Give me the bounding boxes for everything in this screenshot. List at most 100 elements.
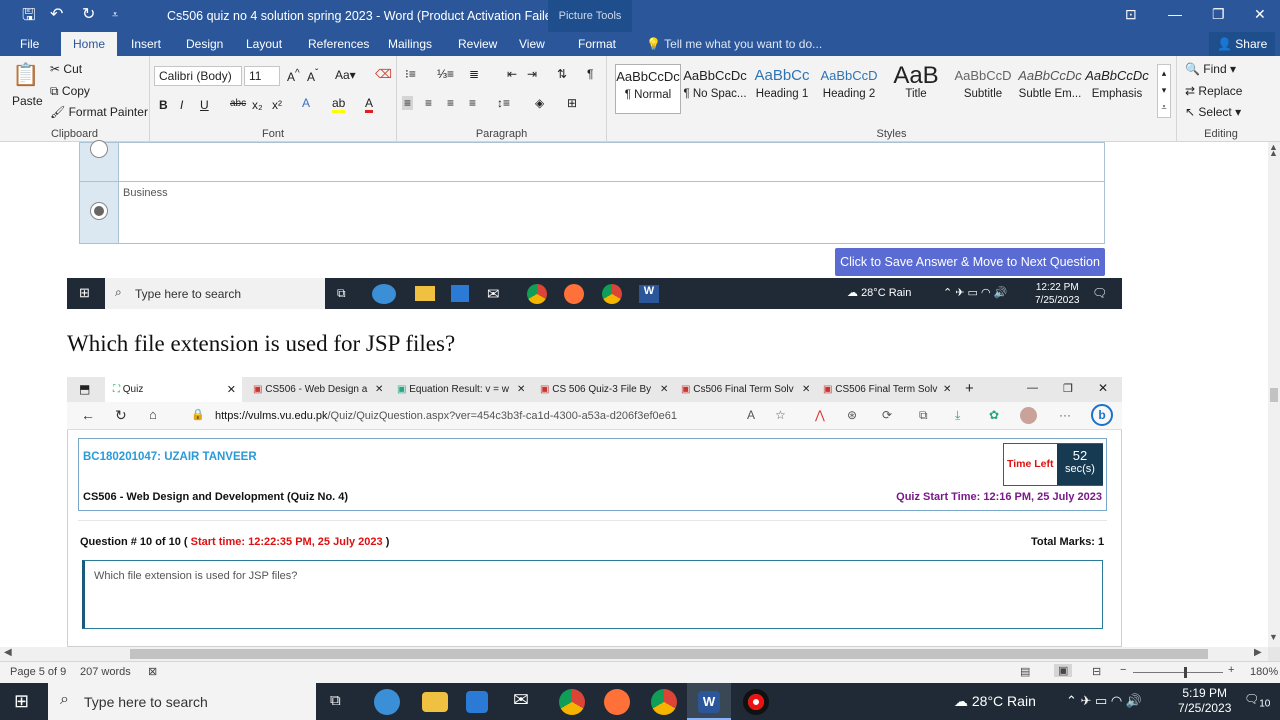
style-subtle-emphasis[interactable]: AaBbCcDc Subtle Em... — [1017, 64, 1083, 114]
sort-icon[interactable]: ⇅ — [557, 67, 567, 81]
paste-icon[interactable]: 📋 — [12, 62, 39, 88]
style-subtitle[interactable]: AaBbCcD Subtitle — [950, 64, 1016, 114]
tab-file[interactable]: File — [20, 37, 39, 51]
style-normal[interactable]: AaBbCcDc ¶ Normal — [615, 64, 681, 114]
chrome-icon[interactable] — [651, 689, 677, 715]
tab-insert[interactable]: Insert — [131, 37, 161, 51]
underline-icon[interactable]: U — [200, 98, 209, 112]
clear-formatting-icon[interactable]: ⌫ — [375, 67, 392, 81]
document-question-heading[interactable]: Which file extension is used for JSP fil… — [67, 331, 455, 357]
print-layout-icon[interactable]: ▣ — [1054, 664, 1073, 677]
align-center-icon[interactable]: ≡ — [425, 96, 432, 110]
weather-widget[interactable]: ☁ 28°C Rain — [954, 693, 1036, 710]
style-no-spacing[interactable]: AaBbCcDc ¶ No Spac... — [682, 64, 748, 114]
task-view-icon[interactable]: ⧉ — [330, 692, 341, 709]
ribbon-display-icon[interactable]: ⊡ — [1125, 6, 1137, 23]
superscript-icon[interactable]: x² — [272, 98, 282, 112]
system-tray-icons[interactable]: ⌃ ✈ ▭ ◠ 🔊 — [1066, 693, 1142, 709]
word-icon[interactable]: W — [698, 691, 720, 713]
zoom-in-icon[interactable]: + — [1228, 664, 1234, 676]
tab-design[interactable]: Design — [186, 37, 223, 51]
tab-mailings[interactable]: Mailings — [388, 37, 432, 51]
record-icon[interactable] — [743, 689, 769, 715]
tab-references[interactable]: References — [308, 37, 369, 51]
paste-button[interactable]: Paste — [12, 94, 43, 108]
borders-icon[interactable]: ⊞ — [567, 96, 577, 110]
scroll-left-icon[interactable]: ◀ — [4, 647, 12, 658]
taskbar-clock[interactable]: 5:19 PM 7/25/2023 — [1178, 686, 1231, 716]
horizontal-scrollbar[interactable]: ◀ ▶ — [0, 647, 1268, 661]
style-title[interactable]: AaB Title — [883, 64, 949, 114]
scroll-thumb[interactable] — [1270, 388, 1278, 402]
read-mode-icon[interactable]: ▤ — [1020, 665, 1030, 678]
redo-icon[interactable]: ↻ — [82, 4, 95, 24]
line-spacing-icon[interactable]: ↕≡ — [497, 96, 510, 110]
close-icon[interactable]: ✕ — [1254, 6, 1266, 23]
taskbar-search-box[interactable]: ⌕ Type here to search — [48, 683, 316, 720]
customize-quick-access-icon[interactable]: ⩡ — [112, 9, 118, 22]
bold-icon[interactable]: B — [159, 98, 168, 112]
styles-scroll-icon[interactable]: ▴ ▾ ⩡ — [1157, 64, 1171, 118]
bullets-icon[interactable]: ⁝≡ — [405, 67, 416, 81]
tab-view[interactable]: View — [519, 37, 545, 51]
justify-icon[interactable]: ≡ — [469, 96, 476, 110]
notification-center-icon[interactable]: 🗨10 — [1244, 692, 1270, 709]
decrease-indent-icon[interactable]: ⇤ — [507, 67, 517, 81]
maximize-icon[interactable]: ❐ — [1212, 6, 1225, 23]
scroll-up-icon[interactable]: ▲ — [1269, 148, 1278, 158]
highlight-icon[interactable]: ab — [332, 96, 346, 113]
grow-font-icon[interactable]: A^ — [287, 68, 300, 84]
tab-home[interactable]: Home — [61, 32, 118, 56]
format-painter-button[interactable]: 🖌 Format Painter — [50, 105, 148, 119]
scroll-thumb[interactable] — [130, 649, 1208, 659]
style-heading-2[interactable]: AaBbCcD Heading 2 — [816, 64, 882, 114]
store-icon[interactable] — [466, 691, 488, 713]
font-name-select[interactable]: Calibri (Body) — [154, 66, 242, 86]
tab-layout[interactable]: Layout — [246, 37, 282, 51]
align-left-icon[interactable]: ≡ — [402, 96, 414, 110]
web-layout-icon[interactable]: ⊟ — [1092, 665, 1101, 678]
font-size-select[interactable]: 11 — [244, 66, 280, 86]
mail-icon[interactable]: ✉ — [513, 689, 529, 712]
scroll-right-icon[interactable]: ▶ — [1254, 647, 1262, 658]
vertical-scrollbar[interactable]: ▲ ▲ ▼ — [1268, 142, 1280, 647]
zoom-out-icon[interactable]: − — [1120, 664, 1126, 676]
text-effects-icon[interactable]: A — [302, 96, 310, 110]
select-button[interactable]: ↖ Select ▾ — [1185, 105, 1241, 119]
tell-me-box[interactable]: 💡 Tell me what you want to do... — [646, 37, 822, 51]
chrome-icon[interactable] — [559, 689, 585, 715]
windows-start-icon[interactable]: ⊞ — [14, 691, 29, 712]
style-heading-1[interactable]: AaBbCc Heading 1 — [749, 64, 815, 114]
copy-button[interactable]: ⧉ Copy — [50, 84, 90, 99]
save-icon[interactable]: 🖫 — [22, 4, 36, 31]
scroll-down-icon[interactable]: ▼ — [1269, 632, 1278, 642]
font-color-icon[interactable]: A — [365, 96, 374, 113]
undo-icon[interactable]: ↶ — [50, 4, 63, 24]
style-emphasis[interactable]: AaBbCcDc Emphasis — [1084, 64, 1150, 114]
tab-format[interactable]: Format — [578, 37, 616, 51]
zoom-level[interactable]: 180% — [1250, 666, 1278, 678]
file-explorer-icon[interactable] — [422, 692, 448, 712]
word-count[interactable]: 207 words — [80, 666, 131, 678]
proofing-icon[interactable]: ⊠ — [148, 665, 157, 678]
cut-button[interactable]: ✂ Cut — [50, 62, 82, 76]
edge-icon[interactable] — [374, 689, 400, 715]
replace-button[interactable]: ⇄ Replace — [1185, 84, 1242, 98]
shading-icon[interactable]: ◈ — [535, 96, 544, 110]
multilevel-list-icon[interactable]: ≣ — [469, 67, 479, 81]
subscript-icon[interactable]: x₂ — [252, 98, 263, 112]
shrink-font-icon[interactable]: Aˇ — [307, 68, 318, 84]
increase-indent-icon[interactable]: ⇥ — [527, 67, 537, 81]
show-formatting-icon[interactable]: ¶ — [587, 67, 593, 81]
italic-icon[interactable]: I — [180, 98, 183, 112]
firefox-icon[interactable] — [604, 689, 630, 715]
zoom-slider[interactable] — [1133, 672, 1223, 673]
tab-review[interactable]: Review — [458, 37, 497, 51]
change-case-icon[interactable]: Aa▾ — [335, 68, 356, 82]
zoom-slider-thumb[interactable] — [1184, 667, 1187, 678]
share-button[interactable]: 👤 Share — [1209, 32, 1276, 56]
find-button[interactable]: 🔍 Find ▾ — [1185, 62, 1236, 76]
page-count[interactable]: Page 5 of 9 — [10, 666, 66, 678]
align-right-icon[interactable]: ≡ — [447, 96, 454, 110]
numbering-icon[interactable]: ⅓≡ — [437, 67, 454, 81]
